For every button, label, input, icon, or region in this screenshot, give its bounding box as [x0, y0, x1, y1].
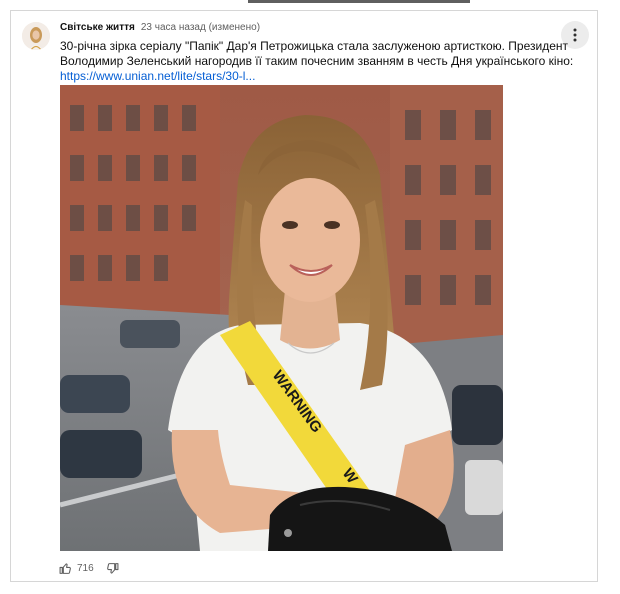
thumbs-up-icon [59, 562, 71, 574]
post-text-line-2: Володимир Зеленський нагородив її таким … [60, 54, 574, 68]
post-link[interactable]: https://www.unian.net/lite/stars/30-l... [60, 69, 586, 84]
window-top-bar [248, 0, 470, 3]
thumbs-down-icon [106, 562, 119, 574]
post-actions: 716 [59, 560, 119, 576]
post-photo[interactable]: WARNING W [60, 85, 503, 551]
avatar-image [22, 22, 50, 50]
like-count: 716 [77, 562, 94, 574]
community-post-card: Світське життя 23 часа назад (изменено) 3… [10, 10, 598, 582]
photo-illustration: WARNING W [60, 85, 503, 551]
like-button[interactable]: 716 [59, 562, 106, 575]
post-text-line-1: 30-річна зірка серіалу "Папік" Дар'я Пет… [60, 39, 569, 53]
avatar[interactable] [22, 22, 50, 50]
post-text: 30-річна зірка серіалу "Папік" Дар'я Пет… [60, 39, 586, 84]
post-timestamp[interactable]: 23 часа назад (изменено) [141, 22, 260, 33]
post-meta: Світське життя 23 часа назад (изменено) [60, 22, 260, 34]
author-name[interactable]: Світське життя [60, 22, 135, 33]
dislike-button[interactable] [106, 562, 119, 575]
